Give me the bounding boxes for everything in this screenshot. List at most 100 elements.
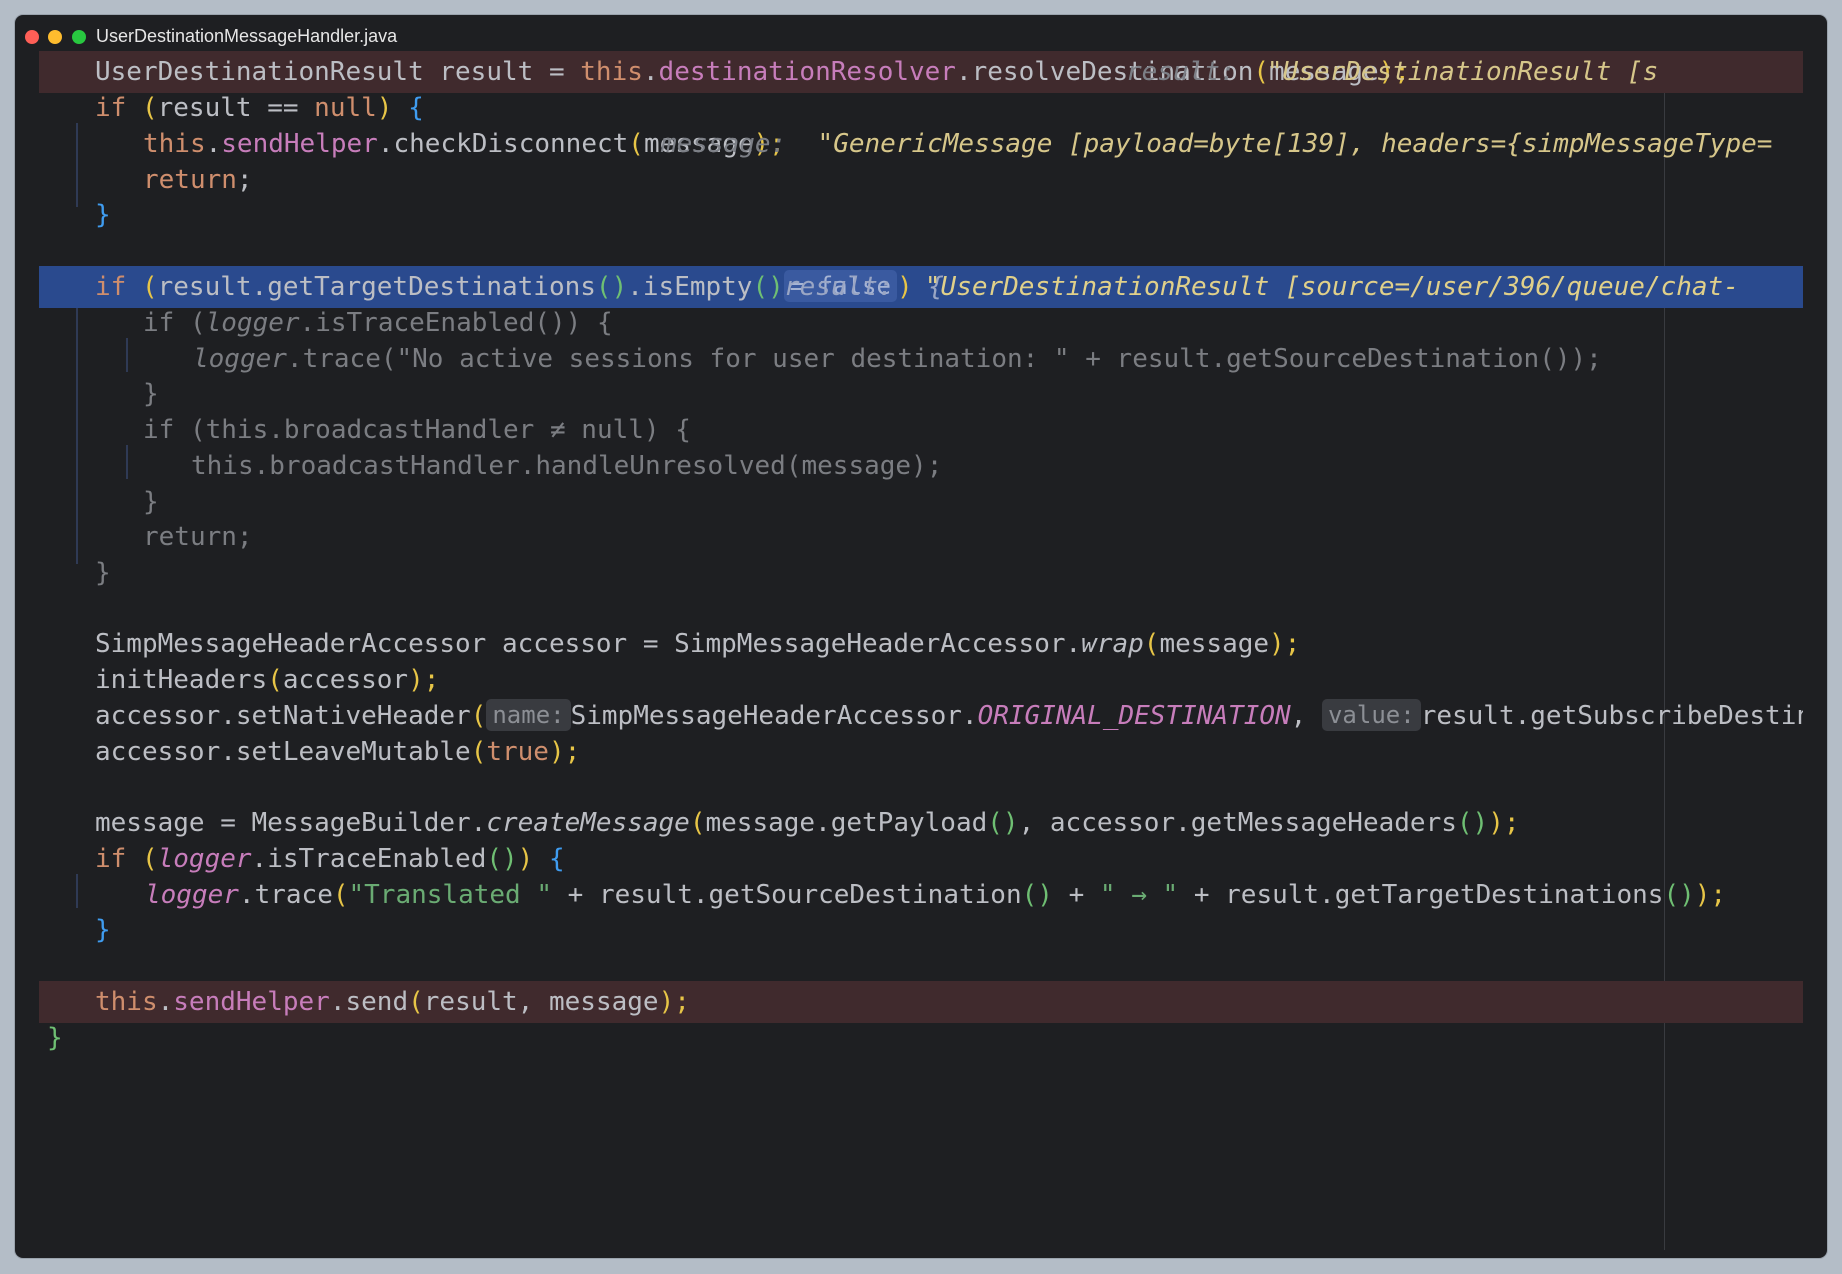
keyword-token: if xyxy=(95,93,142,123)
code-line[interactable]: } xyxy=(39,194,1803,236)
code-token: . xyxy=(642,57,659,87)
code-text: accessor.setLeaveMutable(true); xyxy=(95,731,580,773)
code-token: + result.getSourceDestination xyxy=(552,880,1022,910)
code-token: createMessage xyxy=(486,808,690,838)
debug-value-text: "GenericMessage [payload=byte[139], head… xyxy=(817,129,1773,159)
code-token: result.getTargetDestinations xyxy=(157,272,596,302)
code-token: , accessor.getMessageHeaders xyxy=(1018,808,1457,838)
code-token: .trace("No active sessions for user dest… xyxy=(286,344,1602,374)
code-token: result.getSubscribeDestination xyxy=(1420,701,1803,731)
bracket-token: { xyxy=(392,93,424,123)
field-token: sendHelper xyxy=(221,129,378,159)
code-token: message.getPayload xyxy=(705,808,988,838)
code-line[interactable]: accessor.setLeaveMutable(true); xyxy=(39,731,1803,773)
bracket-token: ); xyxy=(1269,629,1301,659)
bracket-token: ) xyxy=(376,93,393,123)
code-token: SimpMessageHeaderAccessor accessor = Sim… xyxy=(95,629,1082,659)
constant-token: ORIGINAL_DESTINATION xyxy=(977,701,1291,731)
field-token: sendHelper xyxy=(173,987,330,1017)
bracket-token: ( xyxy=(689,808,706,838)
keyword-token: this xyxy=(143,129,206,159)
bracket-token: ); xyxy=(1488,808,1520,838)
code-token: + result.getTargetDestinations xyxy=(1178,880,1664,910)
bracket-token: ( xyxy=(1143,629,1160,659)
code-token: + xyxy=(1052,880,1100,910)
code-token: logger xyxy=(193,344,287,374)
code-token: result, message xyxy=(423,987,659,1017)
code-line[interactable]: } xyxy=(39,1017,1803,1059)
bracket-token: ( xyxy=(141,844,158,874)
bracket-token: ( xyxy=(141,272,158,302)
code-token: initHeaders xyxy=(95,665,268,695)
bracket-token: ( xyxy=(408,987,424,1017)
bracket-token: ( xyxy=(628,129,644,159)
bracket-token: ( xyxy=(332,880,349,910)
field-token: logger xyxy=(157,844,252,874)
debug-value-label: message: xyxy=(661,129,787,159)
bracket-token: ); xyxy=(408,665,440,695)
code-token: accessor xyxy=(282,665,409,695)
keyword-token: true xyxy=(486,737,549,767)
code-token: ; xyxy=(236,165,253,195)
code-token: .trace xyxy=(238,880,333,910)
code-token: .send xyxy=(329,987,409,1017)
bracket-token: () xyxy=(1663,880,1695,910)
bracket-token: () xyxy=(1021,880,1053,910)
code-text: } xyxy=(95,915,111,945)
field-token: logger xyxy=(145,880,239,910)
code-token: UserDestinationResult result = xyxy=(95,57,581,87)
code-token: .checkDisconnect xyxy=(377,129,629,159)
string-token: "Translated " xyxy=(348,880,553,910)
bracket-token: ( xyxy=(470,701,487,731)
keyword-token: if xyxy=(95,272,142,302)
parameter-hint: name: xyxy=(486,698,571,731)
code-token: . xyxy=(205,129,222,159)
code-line-unreachable[interactable]: } xyxy=(39,552,1803,594)
bracket-token: () xyxy=(987,808,1019,838)
bracket-token: ); xyxy=(658,987,690,1017)
keyword-token: null xyxy=(314,93,377,123)
code-token: . xyxy=(157,987,174,1017)
bracket-token: ( xyxy=(141,93,158,123)
code-token: logger xyxy=(205,308,300,338)
code-token: accessor.setLeaveMutable xyxy=(95,737,471,767)
code-token: if ( xyxy=(143,308,206,338)
code-editor[interactable]: UserDestinationResult result = this.dest… xyxy=(15,15,1827,1258)
bracket-token: ); xyxy=(548,737,581,767)
code-text: } xyxy=(47,1023,63,1053)
keyword-token: return xyxy=(143,165,237,195)
bracket-token: ) xyxy=(517,844,534,874)
string-token: " → " xyxy=(1099,880,1179,910)
keyword-token: this xyxy=(580,57,643,87)
bracket-token: () xyxy=(595,272,628,302)
bracket-token: ); xyxy=(1694,880,1727,910)
debug-value-text: "UserDestinationResult [source=/user/396… xyxy=(924,272,1739,302)
code-text: } xyxy=(95,200,111,230)
editor-window: UserDestinationMessageHandler.java UserD… xyxy=(15,15,1827,1258)
bracket-token: ( xyxy=(267,665,283,695)
code-token: .isTraceEnabled xyxy=(251,844,487,874)
code-text: } xyxy=(95,558,111,588)
code-token: .isEmpty xyxy=(627,272,753,302)
code-token: wrap xyxy=(1081,629,1144,659)
keyword-token: if xyxy=(95,844,142,874)
bracket-token: ( xyxy=(470,737,487,767)
code-token: .isTraceEnabled()) { xyxy=(299,308,613,338)
debug-value-text: "UserDestinationResult [s xyxy=(1266,57,1659,87)
code-token: message xyxy=(1159,629,1270,659)
code-token: , xyxy=(1290,701,1307,731)
code-token: SimpMessageHeaderAccessor. xyxy=(570,701,978,731)
code-token: accessor.setNativeHeader xyxy=(95,701,471,731)
debug-value-label: result: xyxy=(1126,57,1236,87)
code-line[interactable]: } xyxy=(39,909,1803,951)
debug-value-label: result: xyxy=(784,272,894,302)
field-token: destinationResolver xyxy=(658,57,956,87)
bracket-token: { xyxy=(533,844,565,874)
parameter-hint: value: xyxy=(1321,698,1421,731)
bracket-token: () xyxy=(1456,808,1489,838)
keyword-token: this xyxy=(95,987,158,1017)
code-token: result == xyxy=(157,93,315,123)
code-token: message = MessageBuilder. xyxy=(95,808,487,838)
bracket-token: () xyxy=(752,272,784,302)
bracket-token: () xyxy=(486,844,518,874)
